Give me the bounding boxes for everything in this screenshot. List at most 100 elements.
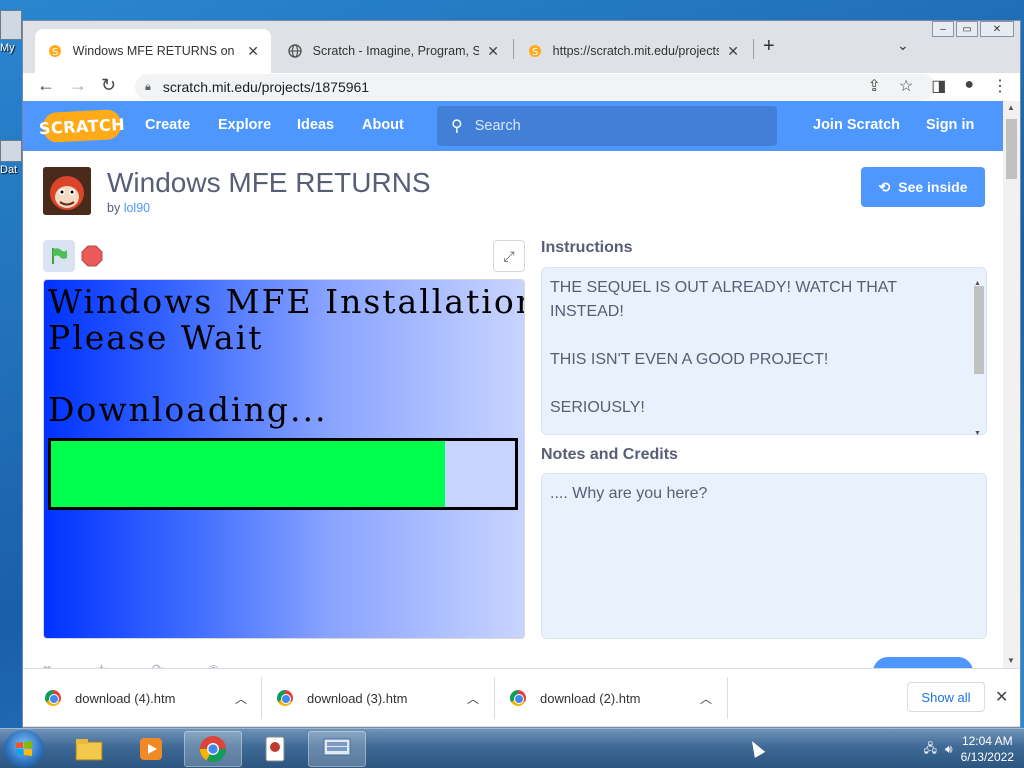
scratch-navbar: SCRATCH Create Explore Ideas About ⚲ Sea…	[23, 101, 1005, 151]
tab-title: Windows MFE RETURNS on Scratch	[72, 44, 240, 58]
tab-close-icon[interactable]: ✕	[247, 43, 259, 60]
notes-text: .... Why are you here?	[550, 485, 708, 502]
reload-icon[interactable]: ↻	[101, 75, 116, 96]
tab-title: https://scratch.mit.edu/projects/1	[552, 44, 720, 58]
tab-scratch-project[interactable]: S https://scratch.mit.edu/projects/1 ✕	[515, 29, 751, 73]
chrome-file-icon	[277, 690, 293, 706]
desktop-icon-label: My	[0, 42, 15, 54]
tab-separator	[513, 39, 514, 59]
clock[interactable]: 12:04 AM 6/13/2022	[961, 733, 1014, 765]
download-item[interactable]: download (3).htm ︿	[277, 669, 493, 727]
back-arrow-icon[interactable]: ←	[37, 75, 55, 96]
page-scroll-thumb[interactable]	[1006, 119, 1017, 179]
divider	[727, 677, 728, 719]
sign-in-link[interactable]: Sign in	[926, 117, 974, 133]
media-player-taskbar-icon[interactable]	[122, 731, 180, 767]
bookmark-star-icon[interactable]: ☆	[899, 76, 913, 96]
keyboard-app-taskbar-icon[interactable]	[308, 731, 366, 767]
stop-sign-icon[interactable]	[81, 245, 103, 267]
side-panel-icon[interactable]: ◨	[931, 76, 946, 96]
close-window-icon[interactable]: ✕	[980, 21, 1014, 37]
scroll-down-icon[interactable]: ▼	[974, 422, 981, 446]
forward-arrow-icon[interactable]: →	[69, 75, 87, 96]
remix-arrows-icon: ⟲	[878, 178, 891, 195]
project-stage[interactable]: Windows MFE Installation Please Wait Dow…	[43, 279, 525, 639]
nav-about[interactable]: About	[362, 117, 404, 133]
fullscreen-icon[interactable]: ⤢	[493, 240, 525, 272]
download-shelf: download (4).htm ︿ download (3).htm ︿ do…	[23, 668, 1020, 727]
browser-window: S Windows MFE RETURNS on Scratch ✕ Scrat…	[22, 20, 1021, 728]
nav-ideas[interactable]: Ideas	[297, 117, 334, 133]
green-flag-icon[interactable]	[43, 240, 75, 272]
lock-icon: 🔒︎	[145, 80, 151, 93]
instructions-panel[interactable]: THE SEQUEL IS OUT ALREADY! WATCH THAT IN…	[541, 267, 987, 437]
see-inside-button[interactable]: ⟲ See inside	[861, 167, 985, 207]
scratch-logo[interactable]: SCRATCH	[38, 108, 126, 144]
stage-controls: ⤢	[43, 240, 525, 274]
author-link[interactable]: lol90	[124, 201, 150, 215]
download-item[interactable]: download (4).htm ︿	[45, 669, 261, 727]
instructions-paragraph: THE SEQUEL IS OUT ALREADY! WATCH THAT IN…	[550, 279, 897, 320]
join-scratch-link[interactable]: Join Scratch	[813, 117, 900, 133]
star-icon[interactable]: ★	[95, 661, 108, 668]
heart-icon[interactable]: ♥	[43, 661, 51, 668]
maximize-icon[interactable]: ▭	[956, 21, 978, 37]
notes-label: Notes and Credits	[541, 446, 678, 463]
page-viewport: SCRATCH Create Explore Ideas About ⚲ Sea…	[23, 101, 1005, 668]
menu-kebab-icon[interactable]: ⋮	[992, 76, 1008, 96]
stage-text-line: Please Wait	[48, 318, 264, 357]
scroll-down-icon[interactable]: ▼	[1007, 656, 1015, 665]
volume-icon[interactable]: 🔊︎	[945, 742, 953, 757]
divider	[261, 677, 262, 719]
instructions-text: THE SEQUEL IS OUT ALREADY! WATCH THAT IN…	[542, 268, 986, 428]
chrome-taskbar-icon[interactable]	[184, 731, 242, 767]
desktop-icon-label: Dat	[0, 164, 18, 176]
desktop-icon-computer[interactable]: My	[0, 10, 22, 54]
solitaire-taskbar-icon[interactable]	[246, 731, 304, 767]
download-filename: download (3).htm	[307, 690, 408, 706]
chevron-up-icon[interactable]: ︿	[235, 690, 247, 707]
close-icon[interactable]: ✕	[995, 687, 1008, 707]
tab-strip: S Windows MFE RETURNS on Scratch ✕ Scrat…	[23, 21, 1020, 73]
chrome-file-icon	[45, 690, 61, 706]
profile-avatar-icon[interactable]: ●	[964, 76, 974, 96]
instructions-scrollbar[interactable]: ▲ ▼	[972, 272, 984, 437]
instructions-label: Instructions	[541, 239, 633, 256]
chevron-up-icon[interactable]: ︿	[700, 690, 712, 707]
explorer-taskbar-icon[interactable]	[60, 731, 118, 767]
tab-search-chevron-icon[interactable]: ⌄	[897, 37, 909, 54]
network-icon[interactable]: 🖧︎	[924, 739, 937, 760]
tab-windows-mfe[interactable]: S Windows MFE RETURNS on Scratch ✕	[35, 29, 271, 73]
desktop-icon-data[interactable]: Dat	[0, 140, 22, 176]
tab-close-icon[interactable]: ✕	[487, 43, 499, 60]
taskbar: 🖧︎ 🔊︎ 12:04 AM 6/13/2022	[0, 728, 1024, 768]
install-progress-bar	[48, 438, 518, 510]
remix-button[interactable]	[873, 657, 973, 668]
download-filename: download (4).htm	[75, 690, 176, 706]
page-scrollbar[interactable]: ▲ ▼	[1003, 101, 1020, 668]
start-button[interactable]	[4, 730, 44, 768]
scroll-thumb[interactable]	[974, 286, 984, 374]
search-input[interactable]: ⚲ Search	[437, 106, 777, 146]
nav-explore[interactable]: Explore	[218, 117, 271, 133]
tab-close-icon[interactable]: ✕	[727, 43, 739, 60]
show-all-button[interactable]: Show all	[907, 682, 985, 712]
globe-icon	[287, 43, 303, 59]
progress-fill	[51, 441, 446, 507]
tab-scratch-home[interactable]: Scratch - Imagine, Program, Share ✕	[275, 29, 511, 73]
chrome-file-icon	[510, 690, 526, 706]
new-tab-plus-icon[interactable]: +	[763, 35, 775, 58]
share-icon[interactable]: ⇪	[867, 76, 880, 96]
minimize-icon[interactable]: –	[932, 21, 954, 37]
scroll-up-icon[interactable]: ▲	[1007, 103, 1015, 112]
chevron-up-icon[interactable]: ︿	[467, 690, 479, 707]
download-item[interactable]: download (2).htm ︿	[510, 669, 726, 727]
author-avatar[interactable]	[43, 167, 91, 215]
nav-create[interactable]: Create	[145, 117, 190, 133]
browser-toolbar: ← → ↻ 🔒︎ scratch.mit.edu/projects/187596…	[23, 73, 1020, 101]
address-bar[interactable]: 🔒︎ scratch.mit.edu/projects/1875961	[135, 74, 935, 100]
stage-text-line: Windows MFE Installation	[48, 282, 525, 321]
search-icon: ⚲	[451, 118, 463, 135]
remix-icon[interactable]: ⟳	[152, 661, 164, 668]
notes-panel[interactable]: .... Why are you here?	[541, 473, 987, 639]
